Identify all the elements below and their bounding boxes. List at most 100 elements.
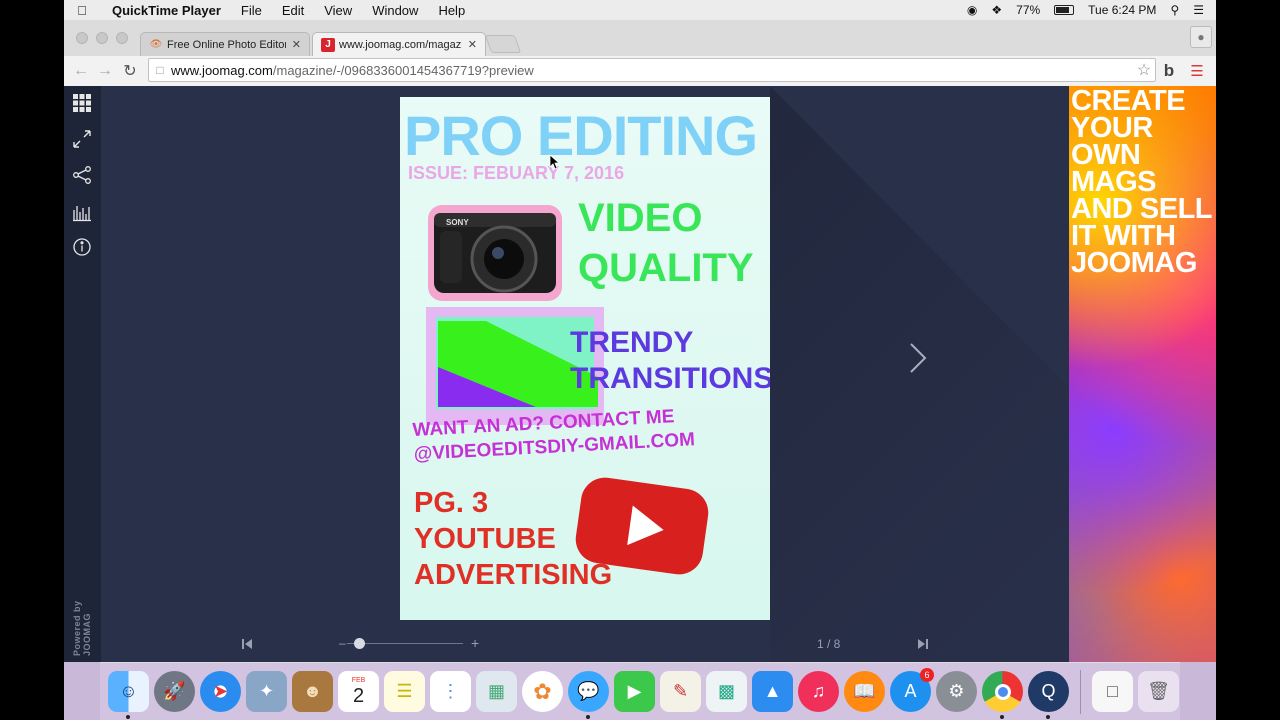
preview-icon[interactable]: ▦ [476, 671, 517, 712]
screen:  QuickTime Player File Edit View Window… [64, 0, 1216, 720]
reminders-icon[interactable]: ⋮ [430, 671, 471, 712]
chrome-icon[interactable] [982, 671, 1023, 719]
tab-joomag[interactable]: J www.joomag.com/magazine/ ✕ [312, 32, 486, 56]
browser-window-chrome: 👁 Free Online Photo Editor | ( ✕ J www.j… [64, 20, 1216, 86]
tab-title: www.joomag.com/magazine/ [339, 38, 462, 51]
camera-brand-text: SONY [446, 218, 469, 227]
fullscreen-expand-icon[interactable] [71, 128, 93, 150]
menu-file[interactable]: File [231, 3, 272, 18]
statistics-icon[interactable] [71, 201, 93, 223]
spotlight-search-icon[interactable]: ⚲ [1170, 3, 1179, 17]
first-page-icon[interactable] [241, 638, 253, 650]
ibooks-icon[interactable]: 📖 [844, 671, 885, 712]
zoom-window-button[interactable] [116, 32, 128, 44]
new-tab-button[interactable] [484, 35, 522, 53]
calendar-month: FEB [351, 677, 366, 684]
close-tab-icon[interactable]: ✕ [468, 38, 477, 51]
dock-separator [1080, 669, 1081, 714]
notes-icon[interactable]: ☰ [384, 671, 425, 712]
address-bar[interactable]: □ www.joomag.com /magazine/-/09683360014… [148, 58, 1156, 82]
tab-strip: 👁 Free Online Photo Editor | ( ✕ J www.j… [64, 20, 1216, 56]
next-page-arrow-icon[interactable] [906, 340, 930, 376]
url-host: www.joomag.com [171, 62, 273, 78]
system-preferences-icon[interactable]: ⚙ [936, 671, 977, 712]
documents-stack-icon[interactable]: □ [1092, 671, 1133, 712]
zoom-slider-handle[interactable] [353, 638, 365, 649]
browser-toolbar: ← → ↻ □ www.joomag.com /magazine/-/09683… [64, 56, 1216, 86]
photo-editor-favicon-icon: 👁 [149, 39, 163, 50]
calendar-icon[interactable]: FEB 2 [338, 671, 379, 712]
keynote-icon[interactable]: ▲ [752, 671, 793, 712]
bing-extension-icon[interactable]: b [1158, 60, 1180, 82]
trendy-transitions-heading: TRENDY TRANSITIONS [570, 325, 770, 397]
dock: ☺ 🚀 ➤ ✦ ☻ FEB 2 ☰ ⋮ ▦ ✿ 💬 ▶ ✎ ▩ ▲ ♫ 📖 A6… [100, 662, 1180, 720]
launchpad-icon[interactable]: 🚀 [154, 671, 195, 712]
finder-icon[interactable]: ☺ [108, 671, 149, 719]
menubar-status-area: ◉ ❖ 77% Tue 6:24 PM ⚲ ☰ [967, 3, 1216, 17]
powered-by-joomag[interactable]: Powered by JOOMAG [72, 566, 92, 656]
pages-icon[interactable]: ✎ [660, 671, 701, 712]
photos-icon[interactable]: ✿ [522, 671, 563, 712]
mail-photos-icon[interactable]: ✦ [246, 671, 287, 712]
zoom-in-icon[interactable]: + [471, 635, 479, 651]
tab-photo-editor[interactable]: 👁 Free Online Photo Editor | ( ✕ [140, 32, 310, 56]
page-icon: □ [156, 63, 164, 77]
itunes-icon[interactable]: ♫ [798, 671, 839, 712]
close-tab-icon[interactable]: ✕ [292, 38, 301, 51]
joomag-advertisement[interactable]: CREATE YOUR OWN MAGS AND SELL IT WITH JO… [1069, 86, 1216, 662]
transitions-line: TRANSITIONS [570, 362, 770, 395]
facetime-icon[interactable]: ▶ [614, 671, 655, 712]
magazine-viewer: Powered by JOOMAG PRO EDITING ISSUE: FEB… [64, 86, 1069, 662]
clock[interactable]: Tue 6:24 PM [1088, 3, 1156, 17]
quality-line: QUALITY [578, 246, 754, 290]
browser-menu-icon[interactable]: ☰ [1186, 60, 1208, 82]
trendy-line: TRENDY [570, 326, 694, 359]
tab-title: Free Online Photo Editor | ( [167, 38, 286, 51]
menu-help[interactable]: Help [428, 3, 475, 18]
menu-view[interactable]: View [314, 3, 362, 18]
messages-icon[interactable]: 💬 [568, 671, 609, 719]
profile-avatar-icon[interactable]: ● [1190, 26, 1212, 48]
running-indicator [1046, 715, 1050, 719]
quicktime-icon[interactable]: Q [1028, 671, 1069, 719]
apple-menu-icon[interactable]:  [64, 3, 100, 18]
running-indicator [586, 715, 590, 719]
running-indicator [126, 715, 130, 719]
close-window-button[interactable] [76, 32, 88, 44]
trash-icon[interactable]: 🗑 [1138, 671, 1179, 712]
magazine-page[interactable]: PRO EDITING ISSUE: FEBUARY 7, 2016 SONY … [400, 97, 770, 620]
notification-center-icon[interactable]: ☰ [1193, 3, 1204, 17]
forward-arrow-icon[interactable]: → [94, 60, 116, 82]
dropbox-icon[interactable]: ❖ [991, 3, 1002, 17]
safari-icon[interactable]: ➤ [200, 671, 241, 712]
menubar:  QuickTime Player File Edit View Window… [64, 0, 1216, 20]
app-store-badge: 6 [920, 668, 934, 682]
thumbnails-grid-icon[interactable] [71, 92, 93, 114]
video-line: VIDEO [578, 196, 703, 240]
battery-percent: 77% [1016, 3, 1041, 17]
camera-image: SONY [428, 205, 562, 301]
record-stop-icon[interactable]: ◉ [967, 3, 977, 17]
minimize-window-button[interactable] [96, 32, 108, 44]
youtube-logo-icon [575, 477, 709, 575]
page-counter: 1 / 8 [817, 637, 841, 651]
menu-app-name[interactable]: QuickTime Player [100, 3, 231, 18]
menu-window[interactable]: Window [362, 3, 428, 18]
info-icon[interactable] [71, 236, 93, 258]
app-store-icon[interactable]: A6 [890, 668, 934, 712]
share-icon[interactable] [71, 164, 93, 186]
viewer-sidebar: Powered by JOOMAG [64, 86, 101, 662]
zoom-out-icon[interactable]: – [339, 636, 346, 650]
menu-edit[interactable]: Edit [272, 3, 314, 18]
joomag-favicon-icon: J [321, 37, 335, 52]
battery-icon[interactable] [1054, 5, 1075, 15]
bookmark-star-icon[interactable]: ☆ [1133, 60, 1155, 80]
reload-icon[interactable]: ↻ [119, 60, 141, 82]
running-indicator [1000, 715, 1004, 719]
back-arrow-icon[interactable]: ← [70, 60, 92, 82]
magazine-issue-date: ISSUE: FEBUARY 7, 2016 [408, 163, 625, 183]
numbers-icon[interactable]: ▩ [706, 671, 747, 712]
last-page-icon[interactable] [917, 638, 929, 650]
magazine-title: PRO EDITING [404, 104, 758, 167]
contacts-icon[interactable]: ☻ [292, 671, 333, 712]
